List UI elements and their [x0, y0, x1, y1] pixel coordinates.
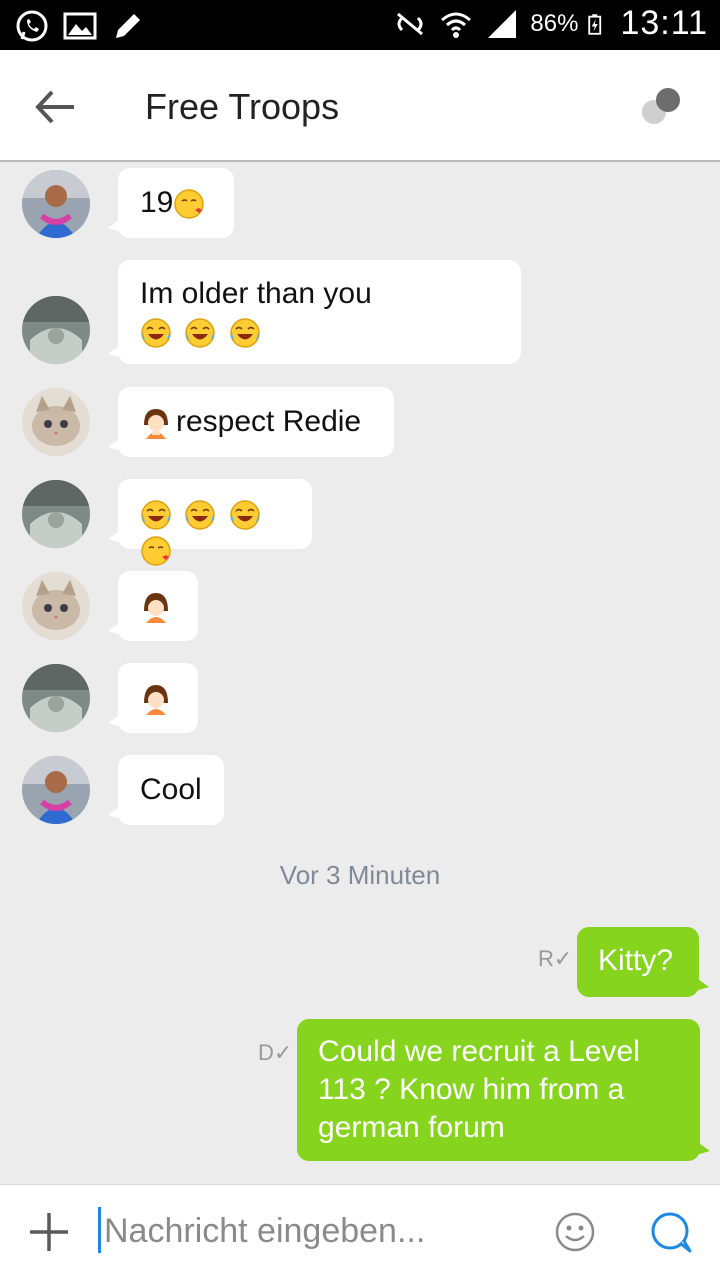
battery-percent: 86% — [530, 9, 579, 37]
status-bar: 86% 13:11 — [0, 0, 720, 50]
avatar[interactable] — [22, 170, 90, 238]
message-text: 19 — [140, 186, 174, 219]
add-attachment-icon[interactable] — [28, 1211, 70, 1253]
avatar[interactable] — [22, 664, 90, 732]
send-icon[interactable] — [648, 1209, 694, 1255]
avatar[interactable] — [22, 572, 90, 640]
laughing-tears-emoji-icon — [229, 500, 260, 530]
laughing-tears-emoji-icon — [141, 500, 171, 530]
message-text: Could we recruit a Level 113 ? Know him … — [318, 1035, 640, 1144]
app-bar: Free Troops — [0, 50, 720, 162]
gallery-icon — [63, 12, 97, 40]
wifi-icon — [441, 12, 472, 38]
chat-title: Free Troops — [145, 86, 340, 127]
girl-emoji-icon — [144, 593, 168, 624]
outgoing-message-bubble[interactable]: Could we recruit a Level 113 ? Know him … — [297, 1019, 710, 1161]
read-receipt-icon: D✓ — [258, 1040, 293, 1065]
pencil-icon — [116, 14, 140, 38]
avatar[interactable] — [22, 296, 90, 364]
avatar[interactable] — [22, 756, 90, 824]
message-bubble[interactable]: 19 — [108, 168, 234, 238]
laughing-tears-emoji-icon — [185, 500, 216, 530]
text-cursor — [98, 1207, 101, 1253]
bowing-girl-emoji-icon — [144, 409, 168, 440]
message-bubble[interactable]: Im older than you — [108, 260, 521, 364]
avatar[interactable] — [22, 388, 90, 456]
message-text: respect Redie — [176, 405, 362, 438]
message-bubble[interactable] — [108, 663, 198, 733]
composer-bar — [0, 1184, 720, 1280]
message-text: Cool — [140, 773, 202, 806]
message-bubble[interactable] — [108, 479, 312, 566]
signal-icon — [488, 9, 517, 38]
message-timestamp: Vor 3 Minuten — [279, 860, 441, 890]
clock: 13:11 — [620, 4, 708, 42]
message-text: Im older than you — [140, 277, 372, 310]
whatsapp-icon — [16, 10, 48, 42]
avatar[interactable] — [22, 480, 90, 548]
message-bubble[interactable]: Cool — [108, 755, 224, 825]
message-list[interactable]: 19 Im older than you respect Redie Cool … — [0, 164, 720, 1184]
outgoing-message-bubble[interactable]: Kitty? — [577, 927, 709, 997]
kiss-emoji-icon — [141, 536, 171, 566]
emoji-picker-icon[interactable] — [554, 1211, 596, 1253]
message-input[interactable] — [104, 1203, 524, 1259]
presence-icon[interactable] — [640, 86, 684, 130]
laughing-tears-emoji-icon — [141, 318, 171, 348]
laughing-tears-emoji-icon — [185, 318, 216, 348]
read-receipt-icon: R✓ — [538, 946, 573, 971]
kiss-emoji-icon — [174, 189, 205, 219]
message-bubble[interactable]: respect Redie — [108, 387, 394, 457]
girl-emoji-icon — [144, 685, 168, 716]
laughing-tears-emoji-icon — [229, 318, 260, 348]
back-arrow-icon[interactable] — [30, 84, 80, 130]
battery-charging-icon — [588, 13, 602, 35]
message-text: Kitty? — [598, 944, 674, 977]
message-bubble[interactable] — [108, 571, 198, 641]
nfc-mute-icon — [397, 12, 424, 35]
